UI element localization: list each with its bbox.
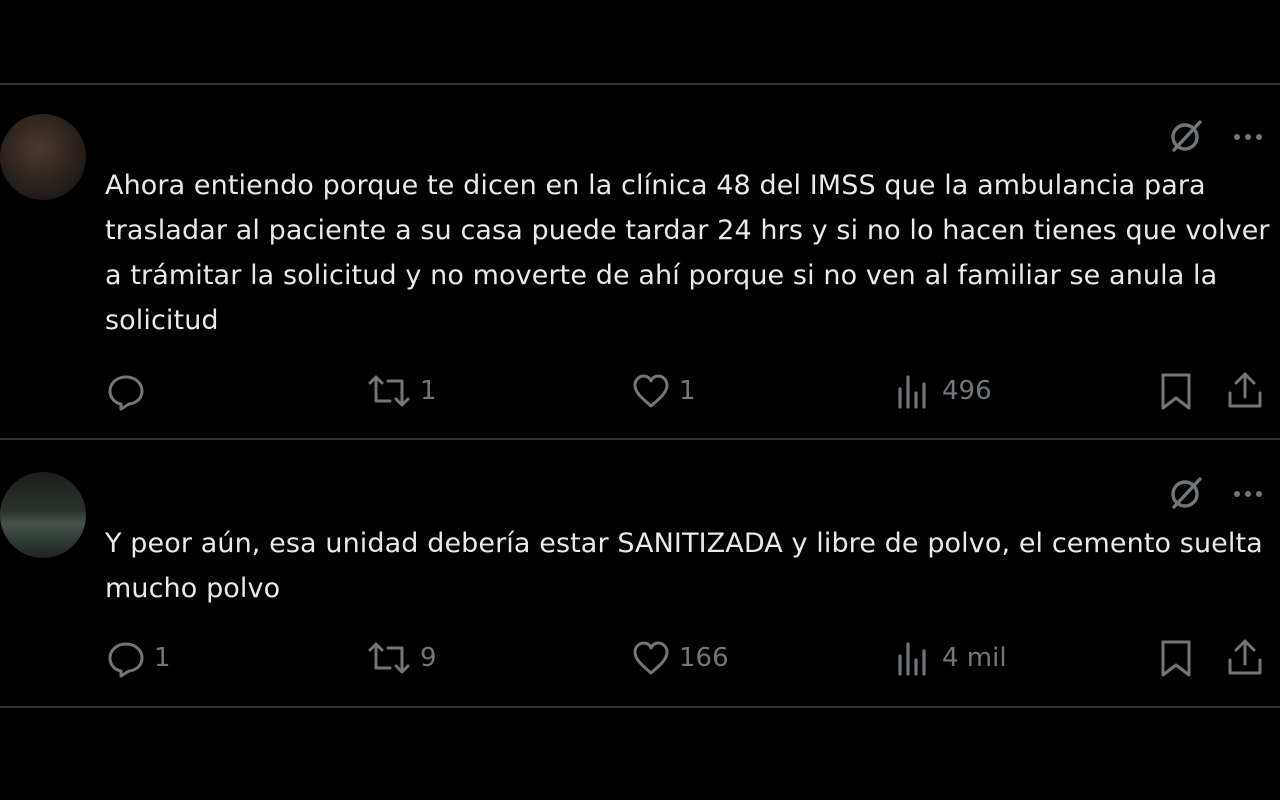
- post-top-actions: [1166, 116, 1266, 156]
- bookmark-button[interactable]: [1158, 638, 1194, 678]
- views-bars-icon: [898, 642, 926, 676]
- like-button[interactable]: 1: [631, 371, 696, 411]
- heart-icon: [633, 374, 669, 408]
- post-text: Y peor aún, esa unidad debería estar SAN…: [105, 528, 1272, 604]
- share-icon: [1228, 639, 1262, 675]
- reply-bubble-icon: [108, 375, 144, 411]
- repost-count: 9: [420, 643, 437, 673]
- more-dots-icon[interactable]: [1230, 118, 1266, 154]
- post-top-actions: [1166, 473, 1266, 513]
- views-count: 496: [942, 376, 992, 406]
- avatar[interactable]: [0, 114, 86, 200]
- reply-count: 1: [154, 643, 171, 673]
- like-count: 1: [679, 376, 696, 406]
- share-button[interactable]: [1226, 638, 1264, 678]
- grok-slash-icon[interactable]: [1166, 473, 1206, 513]
- post-text: Ahora entiendo porque te dicen en la clí…: [105, 170, 1279, 336]
- reply-bubble-icon: [108, 642, 144, 678]
- grok-slash-icon[interactable]: [1166, 116, 1206, 156]
- repost-count: 1: [420, 376, 437, 406]
- top-divider: [0, 83, 1280, 85]
- repost-icon: [368, 375, 410, 407]
- repost-button[interactable]: 9: [366, 638, 437, 678]
- post-divider: [0, 438, 1280, 440]
- post-action-bar: 1 9 166 4 mil: [0, 638, 1280, 678]
- bookmark-icon: [1161, 373, 1191, 410]
- avatar[interactable]: [0, 472, 86, 558]
- bookmark-icon: [1161, 640, 1191, 677]
- reply-button[interactable]: [106, 371, 154, 411]
- like-button[interactable]: 166: [631, 638, 729, 678]
- heart-icon: [633, 641, 669, 675]
- views-button[interactable]: 496: [894, 371, 992, 411]
- repost-button[interactable]: 1: [366, 371, 437, 411]
- more-dots-icon[interactable]: [1230, 475, 1266, 511]
- bookmark-button[interactable]: [1158, 371, 1194, 411]
- post-divider: [0, 706, 1280, 708]
- share-icon: [1228, 372, 1262, 408]
- like-count: 166: [679, 643, 729, 673]
- views-count: 4 mil: [942, 643, 1007, 673]
- repost-icon: [368, 642, 410, 674]
- share-button[interactable]: [1226, 371, 1264, 411]
- views-button[interactable]: 4 mil: [894, 638, 1007, 678]
- views-bars-icon: [898, 375, 926, 409]
- post-action-bar: 1 1 496: [0, 371, 1280, 411]
- reply-button[interactable]: 1: [106, 638, 171, 678]
